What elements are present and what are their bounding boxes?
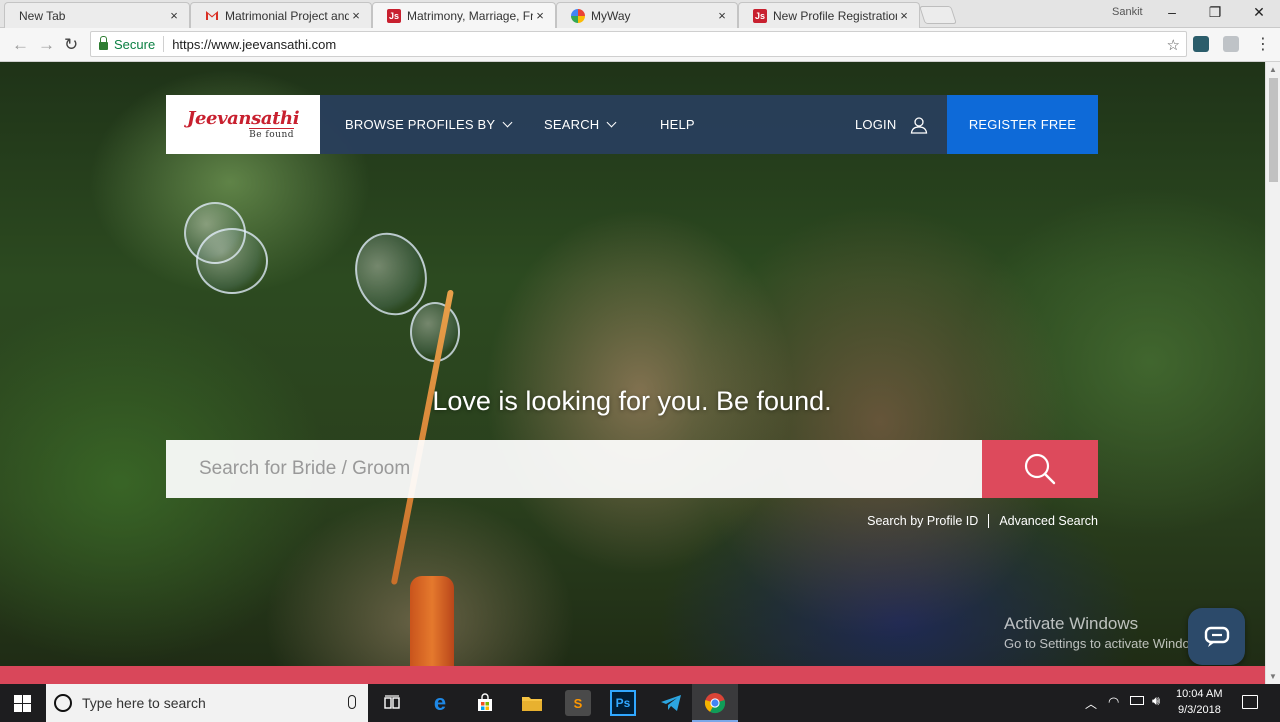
gmail-icon bbox=[205, 9, 219, 23]
hero-section: Jeevansathi Be found BROWSE PROFILES BY … bbox=[0, 62, 1265, 684]
action-center-icon[interactable] bbox=[1242, 695, 1258, 709]
page-scrollbar[interactable]: ▲ ▼ bbox=[1265, 62, 1280, 684]
new-tab-button[interactable] bbox=[919, 6, 957, 24]
myway-icon bbox=[571, 8, 585, 23]
reload-icon[interactable]: ↻ bbox=[64, 35, 78, 55]
divider bbox=[988, 514, 990, 528]
search-links: Search by Profile ID Advanced Search bbox=[840, 514, 1098, 528]
clock-time[interactable]: 10:04 AM bbox=[1176, 688, 1222, 700]
nav-search[interactable]: SEARCH bbox=[544, 95, 617, 154]
nav-label: HELP bbox=[660, 117, 695, 132]
chrome-icon[interactable] bbox=[702, 690, 728, 716]
close-icon[interactable]: × bbox=[167, 8, 181, 23]
extension-icon[interactable] bbox=[1223, 36, 1239, 52]
jeevansathi-icon: Js bbox=[753, 8, 767, 23]
chat-icon bbox=[1204, 626, 1229, 647]
hero-tagline: Love is looking for you. Be found. bbox=[432, 386, 832, 416]
volume-icon[interactable]: 🔊︎ bbox=[1152, 693, 1160, 709]
site-header: Jeevansathi Be found BROWSE PROFILES BY … bbox=[166, 95, 1098, 154]
advanced-search-link[interactable]: Advanced Search bbox=[999, 514, 1098, 528]
restore-icon[interactable]: ❐ bbox=[1205, 4, 1225, 21]
search-by-profile-id-link[interactable]: Search by Profile ID bbox=[867, 514, 978, 528]
tab-title: New Profile Registration bbox=[773, 8, 897, 23]
bubble-image bbox=[196, 228, 268, 294]
cortana-icon bbox=[54, 694, 72, 712]
search-button[interactable] bbox=[982, 440, 1098, 498]
chat-button[interactable] bbox=[1188, 608, 1245, 665]
extension-icon[interactable] bbox=[1193, 36, 1209, 52]
tab-strip: New Tab × Matrimonial Project and × Js M… bbox=[0, 0, 1280, 28]
tab-title: Matrimony, Marriage, Fre bbox=[407, 8, 533, 23]
bubble-bottle-image bbox=[410, 576, 454, 676]
chevron-down-icon bbox=[502, 117, 513, 127]
battery-icon[interactable] bbox=[1130, 696, 1144, 705]
minimize-icon[interactable]: – bbox=[1162, 4, 1182, 20]
windows-taskbar: Type here to search e S Ps ︿ ◠ 🔊︎ 10:04 … bbox=[0, 684, 1280, 722]
close-icon[interactable]: × bbox=[349, 8, 363, 23]
forward-icon[interactable]: → bbox=[38, 35, 55, 55]
watermark-subtitle: Go to Settings to activate Windows. bbox=[1004, 636, 1210, 651]
search-bar: Search for Bride / Groom bbox=[166, 440, 1098, 498]
close-icon[interactable]: × bbox=[897, 8, 911, 23]
profile-name[interactable]: Sankit bbox=[1112, 6, 1143, 18]
taskbar-search-placeholder: Type here to search bbox=[82, 695, 206, 711]
divider bbox=[163, 36, 165, 52]
secure-label: Secure bbox=[114, 36, 156, 52]
scroll-up-icon[interactable]: ▲ bbox=[1269, 65, 1277, 74]
address-bar[interactable]: Secure https://www.jeevansathi.com ☆ bbox=[90, 31, 1187, 57]
nav-label: BROWSE PROFILES BY bbox=[345, 117, 496, 132]
site-logo[interactable]: Jeevansathi Be found bbox=[166, 95, 320, 154]
photoshop-icon[interactable]: Ps bbox=[610, 690, 636, 716]
tab-title: MyWay bbox=[591, 8, 631, 23]
tab-jeevansathi[interactable]: Js Matrimony, Marriage, Fre × bbox=[372, 2, 556, 28]
edge-icon[interactable]: e bbox=[427, 690, 453, 716]
bookmark-star-icon[interactable]: ☆ bbox=[1167, 36, 1180, 54]
task-view-icon[interactable] bbox=[379, 690, 405, 716]
telegram-icon[interactable] bbox=[658, 690, 684, 716]
wifi-icon[interactable]: ◠ bbox=[1108, 694, 1119, 710]
file-explorer-icon[interactable] bbox=[519, 690, 545, 716]
menu-icon[interactable]: ⋮ bbox=[1255, 34, 1271, 54]
lock-icon bbox=[99, 36, 108, 50]
activate-windows-watermark: Activate Windows Go to Settings to activ… bbox=[1004, 614, 1209, 651]
scroll-thumb[interactable] bbox=[1269, 78, 1278, 182]
nav-help[interactable]: HELP bbox=[660, 95, 695, 154]
register-free-button[interactable]: REGISTER FREE bbox=[947, 95, 1098, 154]
close-icon[interactable]: × bbox=[715, 8, 729, 23]
chevron-down-icon bbox=[606, 117, 617, 127]
logo-text: Jeevansathi bbox=[186, 107, 300, 129]
tab-gmail[interactable]: Matrimonial Project and × bbox=[190, 2, 372, 28]
windows-start-icon[interactable] bbox=[14, 695, 31, 712]
tab-new-tab[interactable]: New Tab × bbox=[4, 2, 190, 28]
tray-chevron-icon[interactable]: ︿ bbox=[1085, 695, 1097, 712]
tab-registration[interactable]: Js New Profile Registration × bbox=[738, 2, 920, 28]
back-icon[interactable]: ← bbox=[12, 35, 29, 55]
nav-browse-profiles[interactable]: BROWSE PROFILES BY bbox=[345, 95, 513, 154]
user-icon bbox=[911, 116, 928, 134]
logo-tagline: Be found bbox=[249, 127, 294, 140]
nav-label: SEARCH bbox=[544, 117, 600, 132]
store-icon[interactable] bbox=[472, 690, 498, 716]
close-window-icon[interactable]: ✕ bbox=[1249, 4, 1269, 21]
scroll-down-icon[interactable]: ▼ bbox=[1269, 672, 1277, 681]
taskbar-search-box[interactable]: Type here to search bbox=[46, 684, 368, 722]
microphone-icon[interactable] bbox=[348, 695, 356, 709]
tab-title: Matrimonial Project and bbox=[225, 8, 349, 23]
search-icon bbox=[1024, 453, 1056, 485]
nav-login[interactable]: LOGIN bbox=[855, 95, 928, 154]
clock-date[interactable]: 9/3/2018 bbox=[1178, 704, 1221, 716]
tab-myway[interactable]: MyWay × bbox=[556, 2, 738, 28]
search-input[interactable]: Search for Bride / Groom bbox=[166, 440, 982, 498]
jeevansathi-icon: Js bbox=[387, 8, 401, 23]
sublime-icon[interactable]: S bbox=[565, 690, 591, 716]
browser-toolbar: ← → ↻ Secure https://www.jeevansathi.com… bbox=[0, 28, 1280, 62]
close-icon[interactable]: × bbox=[533, 8, 547, 23]
pink-banner-strip bbox=[0, 666, 1265, 684]
nav-label: LOGIN bbox=[855, 117, 897, 132]
url-text[interactable]: https://www.jeevansathi.com bbox=[172, 37, 336, 52]
tab-title: New Tab bbox=[19, 8, 66, 23]
watermark-title: Activate Windows bbox=[1004, 614, 1139, 633]
